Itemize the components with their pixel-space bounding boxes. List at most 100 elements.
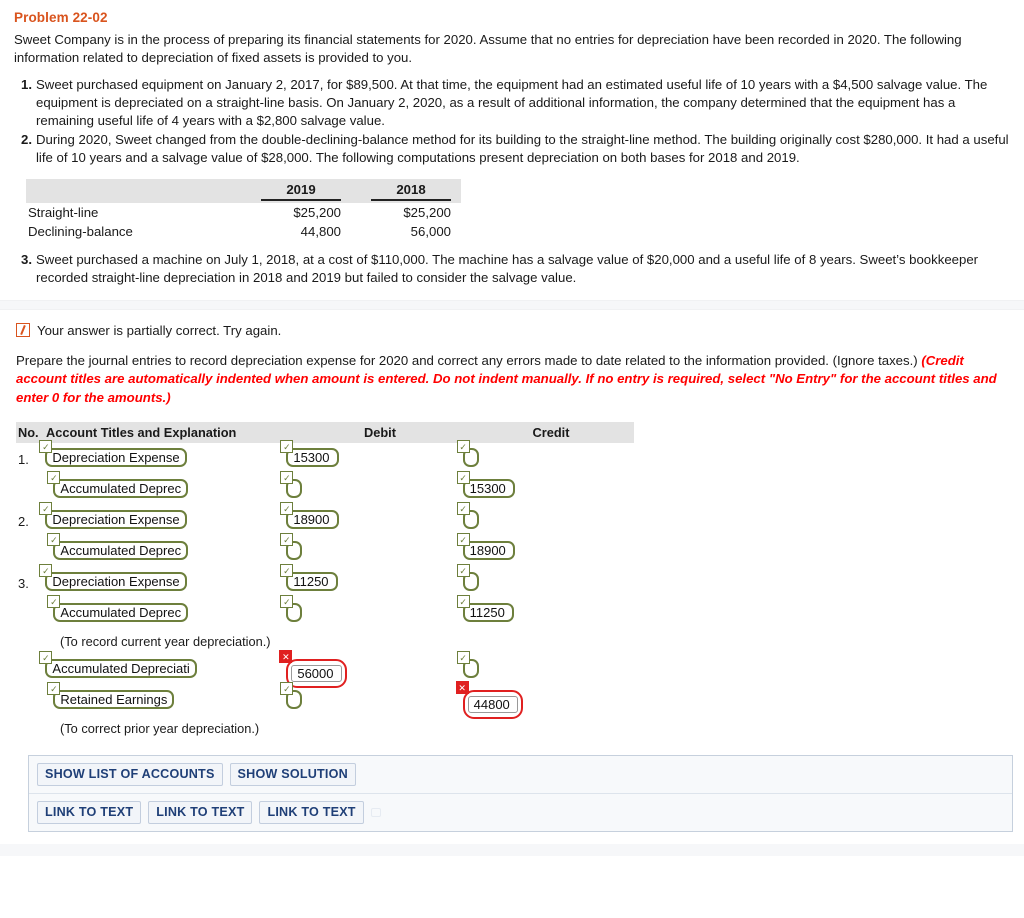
entry-account-select-4[interactable]: Depreciation Expense [45, 571, 187, 591]
credit-cell: ✓ [456, 439, 634, 467]
correction-debit-input-0[interactable]: 56000 [291, 664, 342, 682]
cell-gap [351, 222, 361, 241]
correct-mark-icon: ✓ [456, 439, 470, 453]
credit-field-wrapper: ✓ [456, 439, 479, 467]
entry-account-select-1[interactable]: Accumulated Deprec [53, 478, 189, 498]
entry-account-select-5[interactable]: Accumulated Deprec [53, 602, 189, 622]
credit-field-wrapper: ✓ 11250 [456, 594, 514, 622]
fact-number: 2. [21, 131, 32, 147]
show-solution-button[interactable]: SHOW SOLUTION [229, 762, 356, 786]
correct-mark-icon: ✓ [47, 681, 61, 695]
link-to-text-button-3[interactable]: LINK TO TEXT [259, 800, 364, 824]
cell-gap [351, 203, 361, 222]
credit-field-wrapper: ✕ 44800 [455, 680, 523, 719]
debit-cell: ✓ 15300 [280, 439, 462, 467]
correct-mark-icon: ✓ [456, 501, 470, 515]
entry-number [16, 536, 45, 545]
fact-number: 1. [21, 76, 32, 92]
list-item: 1. Sweet purchased equipment on January … [14, 76, 1010, 130]
link-to-text-button-1[interactable]: LINK TO TEXT [37, 800, 142, 824]
correct-mark-icon: ✓ [456, 650, 470, 664]
action-row-primary: SHOW LIST OF ACCOUNTS SHOW SOLUTION [29, 756, 1012, 793]
exercise-page: Problem 22-02 Sweet Company is in the pr… [0, 0, 1024, 856]
header-gap [351, 178, 361, 203]
account-cell: ✓ Accumulated Deprec [45, 532, 286, 560]
action-row-links: LINK TO TEXT LINK TO TEXT LINK TO TEXT [29, 792, 1012, 831]
credit-field-wrapper: ✓ 18900 [456, 532, 515, 560]
problem-facts-list: 1. Sweet purchased equipment on January … [14, 76, 1010, 167]
section-divider [0, 299, 1024, 310]
journal-entry-row: ✓ Accumulated Depreciati ✕ 56000 ✓ [16, 649, 634, 688]
list-item: 2. During 2020, Sweet changed from the d… [14, 131, 1010, 167]
debit-cell: ✓ [280, 681, 462, 709]
credit-cell: ✕ 44800 [455, 680, 634, 719]
correction-account-select-1[interactable]: Retained Earnings [53, 689, 175, 709]
fact-text: Sweet purchased equipment on January 2, … [36, 76, 988, 128]
correct-mark-icon: ✓ [280, 681, 294, 695]
correction-account-select-0[interactable]: Accumulated Depreciati [45, 658, 197, 678]
correct-mark-icon: ✓ [47, 470, 61, 484]
journal-entry-row: ✓ Accumulated Deprec ✓ ✓ 11250 [16, 594, 634, 629]
entry-credit-input-3[interactable]: 18900 [462, 540, 515, 560]
correct-mark-icon: ✓ [280, 594, 294, 608]
entry-debit-input-0[interactable]: 15300 [286, 447, 339, 467]
debit-field-wrapper: ✓ [280, 532, 303, 560]
correct-mark-icon: ✓ [280, 532, 294, 546]
problem-section: Problem 22-02 Sweet Company is in the pr… [0, 0, 1024, 287]
cell-2018: $25,200 [403, 204, 451, 220]
link-to-text-button-placeholder [370, 807, 381, 817]
account-field-wrapper: ✓ Accumulated Depreciati [39, 650, 197, 678]
entry-account-select-0[interactable]: Depreciation Expense [45, 447, 187, 467]
entry-number [16, 598, 45, 607]
correct-mark-icon: ✓ [39, 501, 53, 515]
instructions-plain: Prepare the journal entries to record de… [16, 352, 922, 368]
debit-cell: ✓ [280, 532, 462, 560]
account-cell: ✓ Depreciation Expense [39, 439, 286, 467]
correct-mark-icon: ✓ [39, 650, 53, 664]
problem-facts-list-continued: 3. Sweet purchased a machine on July 1, … [14, 251, 1010, 287]
header-year-2018: 2018 [361, 178, 461, 203]
credit-cell: ✓ [456, 650, 634, 678]
header-debit: Debit [364, 424, 396, 440]
entry-number [16, 474, 45, 483]
debit-field-wrapper: ✓ 15300 [280, 439, 339, 467]
account-field-wrapper: ✓ Accumulated Deprec [47, 470, 189, 498]
instructions: Prepare the journal entries to record de… [16, 352, 1001, 408]
credit-cell: ✓ 11250 [456, 594, 634, 622]
credit-field-wrapper: ✓ [456, 563, 479, 591]
journal-entry-row: 1. ✓ Depreciation Expense ✓ 15300 ✓ [16, 439, 634, 474]
account-cell: ✓ Depreciation Expense [39, 563, 286, 591]
account-field-wrapper: ✓ Accumulated Deprec [47, 532, 189, 560]
entry-debit-input-4[interactable]: 11250 [286, 571, 338, 591]
debit-field-wrapper: ✓ [280, 470, 303, 498]
entry-credit-input-1[interactable]: 15300 [462, 478, 515, 498]
answer-section: Your answer is partially correct. Try ag… [0, 310, 1024, 832]
account-field-wrapper: ✓ Depreciation Expense [39, 501, 187, 529]
incorrect-mark-icon: ✕ [279, 649, 293, 663]
journal-rows-container: 1. ✓ Depreciation Expense ✓ 15300 ✓ ✓ Accumulat… [16, 439, 634, 741]
action-panel: SHOW LIST OF ACCOUNTS SHOW SOLUTION LINK… [28, 754, 1013, 832]
entry-account-select-3[interactable]: Accumulated Deprec [53, 540, 189, 560]
credit-cell: ✓ [456, 501, 634, 529]
fact-number: 3. [21, 251, 32, 267]
page-title: Problem 22-02 [14, 10, 108, 25]
table-row: Declining-balance 44,800 56,000 [26, 222, 461, 241]
status-text: Your answer is partially correct. Try ag… [37, 322, 282, 338]
page-footer-band [0, 843, 1024, 856]
link-to-text-button-2[interactable]: LINK TO TEXT [148, 800, 253, 824]
show-list-of-accounts-button[interactable]: SHOW LIST OF ACCOUNTS [37, 762, 223, 786]
journal-entry-row: ✓ Accumulated Deprec ✓ ✓ 18900 [16, 532, 634, 567]
row-label: Straight-line [28, 204, 99, 220]
entry-credit-input-5[interactable]: 11250 [462, 602, 514, 622]
account-cell: ✓ Retained Earnings [45, 681, 286, 709]
debit-field-wrapper: ✓ [280, 594, 303, 622]
fact-text: Sweet purchased a machine on July 1, 201… [36, 251, 979, 285]
header-account-titles: Account Titles and Explanation [46, 424, 237, 440]
correction-credit-input-1[interactable]: 44800 [467, 695, 518, 713]
entry-account-select-2[interactable]: Depreciation Expense [45, 509, 187, 529]
debit-cell: ✕ 56000 [279, 649, 462, 688]
entry-debit-input-2[interactable]: 18900 [286, 509, 339, 529]
correct-mark-icon: ✓ [47, 594, 61, 608]
credit-field-wrapper: ✓ 15300 [456, 470, 515, 498]
account-field-wrapper: ✓ Depreciation Expense [39, 439, 187, 467]
